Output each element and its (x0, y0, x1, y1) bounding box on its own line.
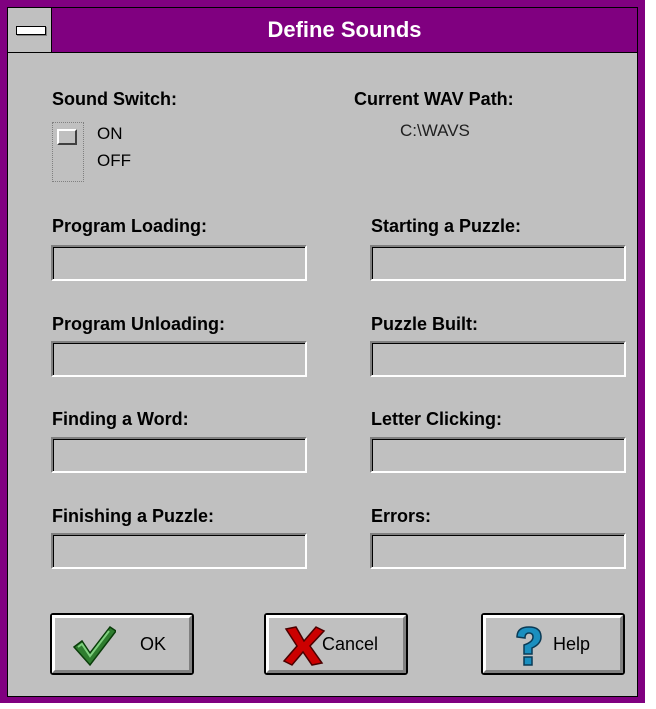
program-loading-label: Program Loading: (52, 216, 208, 236)
question-mark-icon (516, 626, 542, 666)
program-loading-field[interactable] (51, 245, 307, 281)
ok-button[interactable]: OK (50, 613, 194, 675)
help-button[interactable]: Help (481, 613, 625, 675)
finding-word-label: Finding a Word: (52, 409, 189, 429)
switch-off-label: OFF (97, 151, 131, 170)
switch-knob[interactable] (57, 129, 77, 145)
dialog-client-area: Define Sounds Sound Switch: ON OFF Curre… (7, 7, 638, 697)
cancel-button-label: Cancel (322, 634, 379, 654)
puzzle-built-field[interactable] (370, 341, 626, 377)
finding-word-field[interactable] (51, 437, 307, 473)
program-unloading-label: Program Unloading: (52, 314, 226, 334)
define-sounds-dialog: Define Sounds Sound Switch: ON OFF Curre… (0, 0, 656, 709)
ok-button-label: OK (140, 634, 167, 654)
red-x-icon (282, 626, 326, 666)
switch-on-label: ON (97, 124, 123, 143)
help-button-label: Help (553, 634, 591, 654)
wav-path-label: Current WAV Path: (354, 89, 514, 109)
dialog-frame: Define Sounds Sound Switch: ON OFF Curre… (0, 0, 645, 703)
checkmark-icon (72, 625, 116, 667)
errors-label: Errors: (371, 506, 432, 526)
starting-puzzle-label: Starting a Puzzle: (371, 216, 522, 236)
wav-path-value: C:\WAVS (400, 121, 470, 140)
system-menu-button[interactable] (8, 8, 52, 52)
cancel-button[interactable]: Cancel (264, 613, 408, 675)
puzzle-built-label: Puzzle Built: (371, 314, 478, 334)
sound-switch-label: Sound Switch: (52, 89, 177, 109)
finishing-puzzle-field[interactable] (51, 533, 307, 569)
errors-field[interactable] (370, 533, 626, 569)
program-unloading-field[interactable] (51, 341, 307, 377)
sound-switch-toggle[interactable] (52, 122, 84, 182)
finishing-puzzle-label: Finishing a Puzzle: (52, 506, 215, 526)
starting-puzzle-field[interactable] (370, 245, 626, 281)
letter-clicking-field[interactable] (370, 437, 626, 473)
system-menu-icon (16, 26, 46, 35)
window-title: Define Sounds (267, 17, 422, 42)
letter-clicking-label: Letter Clicking: (371, 409, 503, 429)
title-bar[interactable]: Define Sounds (8, 8, 637, 53)
